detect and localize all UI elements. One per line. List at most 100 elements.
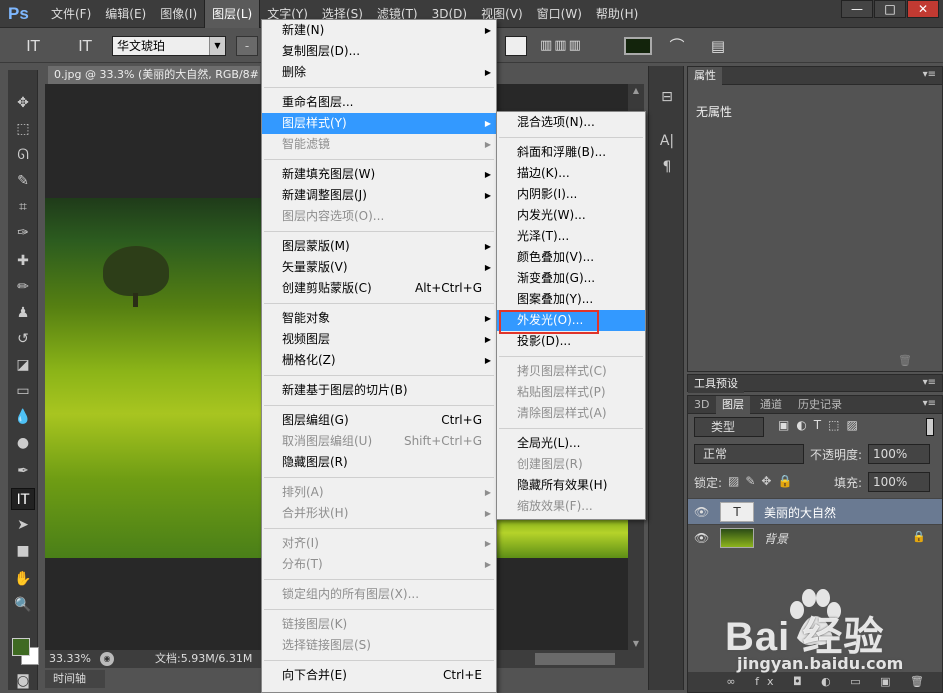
menu-option[interactable]: 图层编组(G) Ctrl+G (262, 410, 496, 431)
document-tab[interactable]: 0.jpg @ 33.3% (美丽的大自然, RGB/8# (48, 66, 260, 84)
menu-option[interactable]: 新建基于图层的切片(B) (262, 380, 496, 401)
warp-text-icon[interactable]: ⌒ (666, 35, 688, 57)
move-tool-icon[interactable]: ✥ (11, 92, 35, 114)
dodge-tool-icon[interactable]: ● (11, 432, 35, 454)
trash-icon[interactable]: 🗑 (898, 354, 912, 367)
tab-channels[interactable]: 通道 (754, 396, 788, 414)
layer-row-background[interactable]: 👁 背景 🔒 (688, 524, 942, 550)
font-style-select[interactable]: - (236, 36, 258, 56)
menu-item[interactable]: 帮助(H) (589, 0, 645, 28)
menu-option[interactable]: 创建剪贴蒙版(C) Alt+Ctrl+G (262, 278, 496, 299)
tab-properties[interactable]: 属性 (688, 67, 722, 85)
filter-toggle-switch[interactable] (926, 418, 934, 436)
menu-option[interactable]: 智能对象 ▶ (262, 308, 496, 329)
tab-layers[interactable]: 图层 (716, 396, 750, 414)
zoom-level[interactable]: 33.33% (49, 650, 91, 668)
menu-option[interactable]: 投影(D)... (497, 331, 645, 352)
hand-tool-icon[interactable]: ✋ (11, 568, 35, 590)
blur-tool-icon[interactable]: 💧 (11, 406, 35, 428)
fill-field[interactable]: 100% (868, 472, 930, 492)
menu-option[interactable]: 渐变叠加(G)... (497, 268, 645, 289)
paragraph-dock-icon[interactable]: ¶ (655, 156, 679, 178)
menu-option[interactable]: 描边(K)... (497, 163, 645, 184)
scroll-up-icon[interactable]: ▲ (631, 86, 641, 95)
quick-select-tool-icon[interactable]: ✎ (11, 170, 35, 192)
menu-option[interactable]: 重命名图层... (262, 92, 496, 113)
menu-option[interactable]: 图层蒙版(M) ▶ (262, 236, 496, 257)
character-dock-icon[interactable]: A| (655, 130, 679, 152)
menu-option[interactable]: 矢量蒙版(V) ▶ (262, 257, 496, 278)
lock-option-icons[interactable]: ▨✎✥🔒 (728, 474, 798, 488)
quick-mask-icon[interactable]: ◙ (11, 670, 35, 692)
text-tool-preset-icon[interactable]: IT (22, 35, 44, 57)
menu-option[interactable]: 内发光(W)... (497, 205, 645, 226)
text-color-swatch[interactable] (624, 37, 652, 55)
type-tool-icon[interactable]: IT (11, 488, 35, 510)
layers-bottom-toolbar[interactable]: ∞ fx ◘ ◐ ▭ ▣ 🗑 (688, 672, 942, 692)
eraser-tool-icon[interactable]: ◪ (11, 354, 35, 376)
layer-row-text[interactable]: 👁 T 美丽的大自然 (688, 498, 942, 524)
path-selection-tool-icon[interactable]: ➤ (11, 514, 35, 536)
font-family-select[interactable]: 华文琥珀 ▼ (112, 36, 226, 56)
menu-item[interactable]: 文件(F) (44, 0, 98, 28)
eyedropper-tool-icon[interactable]: ✑ (11, 222, 35, 244)
menu-item[interactable]: 编辑(E) (98, 0, 153, 28)
menu-item[interactable]: 窗口(W) (530, 0, 589, 28)
menu-option[interactable]: 内阴影(I)... (497, 184, 645, 205)
menu-option[interactable]: 全局光(L)... (497, 433, 645, 454)
menu-option[interactable]: 隐藏所有效果(H) (497, 475, 645, 496)
menu-option[interactable]: 斜面和浮雕(B)... (497, 142, 645, 163)
panel-menu-icon[interactable]: ▾≡ (923, 69, 936, 80)
blend-mode-select[interactable]: 正常 (694, 444, 804, 464)
menu-option[interactable]: 图层样式(Y) ▶ (262, 113, 496, 134)
menu-option[interactable]: 图案叠加(Y)... (497, 289, 645, 310)
tab-tool-presets[interactable]: 工具预设 (688, 375, 744, 393)
menu-option[interactable]: 新建调整图层(J) ▶ (262, 185, 496, 206)
horizontal-scrollbar[interactable] (535, 653, 615, 665)
crop-tool-icon[interactable]: ⌗ (11, 196, 35, 218)
tab-3d[interactable]: 3D (688, 396, 715, 414)
eye-icon[interactable]: 👁 (694, 505, 709, 519)
menu-item[interactable]: 图层(L) (204, 0, 261, 28)
menu-option[interactable]: 删除 ▶ (262, 62, 496, 83)
menu-option[interactable]: 隐藏图层(R) (262, 452, 496, 473)
menu-option[interactable]: 新建填充图层(W) ▶ (262, 164, 496, 185)
rectangle-tool-icon[interactable]: ■ (11, 540, 35, 562)
color-swatches[interactable] (12, 638, 40, 666)
panel-menu-icon[interactable]: ▾≡ (923, 398, 936, 409)
foreground-color-swatch[interactable] (12, 638, 30, 656)
character-panel-icon[interactable]: ▤ (707, 35, 729, 57)
text-align-icons[interactable]: ▥▥▥ (540, 38, 608, 54)
menu-item[interactable]: 图像(I) (153, 0, 204, 28)
menu-option[interactable]: 混合选项(N)... (497, 112, 645, 133)
pen-tool-icon[interactable]: ✒ (11, 460, 35, 482)
scroll-down-icon[interactable]: ▼ (631, 639, 641, 648)
menu-option[interactable]: 颜色叠加(V)... (497, 247, 645, 268)
eye-icon[interactable]: 👁 (694, 531, 709, 545)
history-brush-tool-icon[interactable]: ↺ (11, 328, 35, 350)
tab-history[interactable]: 历史记录 (792, 396, 848, 414)
text-orientation-toggle-icon[interactable]: IT (74, 35, 96, 57)
timeline-tab[interactable]: 时间轴 (45, 670, 105, 688)
tool-presets-dock-icon[interactable]: ⊟ (655, 86, 679, 108)
restore-button[interactable]: □ (874, 0, 906, 18)
gradient-tool-icon[interactable]: ▭ (11, 380, 35, 402)
menu-option[interactable]: 视频图层 ▶ (262, 329, 496, 350)
opacity-field[interactable]: 100% (868, 444, 930, 464)
panel-menu-icon[interactable]: ▾≡ (923, 377, 936, 388)
menu-option[interactable]: 栅格化(Z) ▶ (262, 350, 496, 371)
font-size-field[interactable] (505, 36, 527, 56)
clone-stamp-tool-icon[interactable]: ♟ (11, 302, 35, 324)
layer-filter-icons[interactable]: ▣◐T⬚▨ (778, 418, 865, 432)
menu-option[interactable]: 光泽(T)... (497, 226, 645, 247)
healing-brush-tool-icon[interactable]: ✚ (11, 250, 35, 272)
lasso-tool-icon[interactable]: ᘏ (11, 144, 35, 166)
menu-option[interactable]: 复制图层(D)... (262, 41, 496, 62)
zoom-tool-icon[interactable]: 🔍 (11, 594, 35, 616)
layer-filter-kind-select[interactable]: 类型 (694, 417, 764, 437)
close-button[interactable]: ✕ (907, 0, 939, 18)
status-info-icon[interactable]: ◉ (100, 652, 114, 666)
brush-tool-icon[interactable]: ✏ (11, 276, 35, 298)
marquee-tool-icon[interactable]: ⬚ (11, 118, 35, 140)
menu-option[interactable]: 向下合并(E) Ctrl+E (262, 665, 496, 686)
